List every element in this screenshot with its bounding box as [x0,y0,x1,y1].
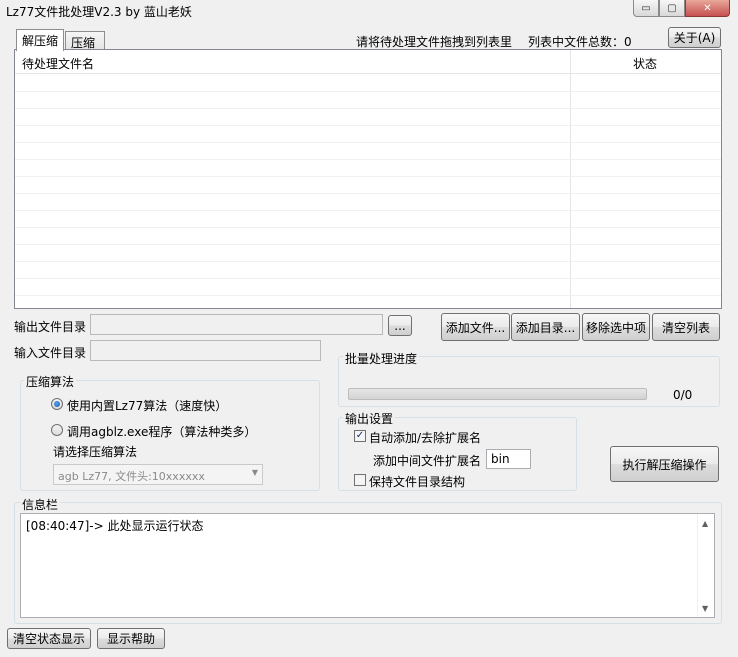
window-title: Lz77文件批处理V2.3 by 蓝山老妖 [6,5,192,19]
builtin-algorithm-radio[interactable] [51,398,63,410]
file-count: 列表中文件总数：0 [528,35,632,49]
row-gridline [15,176,721,177]
input-dir-label: 输入文件目录 [14,346,87,360]
column-filename[interactable]: 待处理文件名 [22,55,94,72]
drag-hint: 请将待处理文件拖拽到列表里 [356,35,513,49]
list-header: 待处理文件名 状态 [15,50,721,74]
auto-extension-label[interactable]: 自动添加/去除扩展名 [369,429,481,446]
algorithm-select-label: 请选择压缩算法 [53,445,138,459]
dropdown-arrow-icon: ▼ [251,468,258,477]
row-gridline [15,193,721,194]
algorithm-select[interactable]: agb Lz77, 文件头:10xxxxxx ▼ [53,464,263,485]
algorithm-group-title: 压缩算法 [24,373,77,390]
add-directory-button[interactable]: 添加目录... [511,313,580,341]
about-button[interactable]: 关于(A) [668,27,721,48]
row-gridline [15,278,721,279]
column-separator [570,50,571,308]
row-gridline [15,227,721,228]
keep-structure-checkbox[interactable] [354,474,366,486]
row-gridline [15,261,721,262]
info-scrollbar[interactable]: ▲ ▼ [697,514,714,617]
close-button[interactable]: ✕ [685,0,730,17]
add-file-button[interactable]: 添加文件... [441,313,510,341]
keep-structure-label[interactable]: 保持文件目录结构 [369,473,465,490]
info-log-text: [08:40:47]-> 此处显示运行状态 [26,519,204,533]
input-dir-field[interactable] [90,340,321,361]
row-gridline [15,108,721,109]
external-algorithm-label[interactable]: 调用agblz.exe程序（算法种类多） [67,423,256,440]
execute-button[interactable]: 执行解压缩操作 [610,446,719,482]
row-gridline [15,125,721,126]
row-gridline [15,91,721,92]
progress-group-title: 批量处理进度 [343,350,420,367]
mid-extension-label: 添加中间文件扩展名 [373,454,482,468]
minimize-button[interactable]: ▭ [633,0,659,17]
clear-list-button[interactable]: 清空列表 [652,313,720,341]
row-gridline [15,142,721,143]
output-dir-label: 输出文件目录 [14,320,87,334]
file-list[interactable]: 待处理文件名 状态 [14,49,722,309]
scroll-down-icon[interactable]: ▼ [702,604,708,613]
builtin-algorithm-label[interactable]: 使用内置Lz77算法（速度快） [67,397,227,414]
show-help-button[interactable]: 显示帮助 [97,628,165,649]
algorithm-selected-value: agb Lz77, 文件头:10xxxxxx [58,470,205,483]
scroll-up-icon[interactable]: ▲ [702,519,708,528]
auto-extension-checkbox[interactable]: ✓ [354,430,366,442]
info-group-title: 信息栏 [20,496,61,513]
clear-status-button[interactable]: 清空状态显示 [7,628,91,649]
info-log[interactable]: [08:40:47]-> 此处显示运行状态 ▲ ▼ [20,513,715,618]
output-settings-title: 输出设置 [343,410,396,427]
progress-bar [348,388,647,400]
row-gridline [15,210,721,211]
browse-output-button[interactable]: ... [388,315,412,336]
output-dir-field[interactable] [90,314,383,335]
external-algorithm-radio[interactable] [51,424,63,436]
row-gridline [15,295,721,296]
remove-selected-button[interactable]: 移除选中项 [582,313,650,341]
row-gridline [15,244,721,245]
tab-compress[interactable]: 压缩 [65,31,105,51]
column-status[interactable]: 状态 [633,55,657,72]
row-gridline [15,159,721,160]
maximize-button[interactable]: ▢ [659,0,685,17]
mid-extension-field[interactable]: bin [486,449,531,469]
progress-text: 0/0 [673,388,693,402]
tab-decompress[interactable]: 解压缩 [16,29,65,51]
title-bar: Lz77文件批处理V2.3 by 蓝山老妖 [0,0,738,22]
